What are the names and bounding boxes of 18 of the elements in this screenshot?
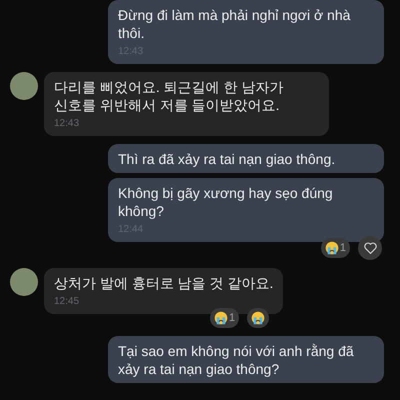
avatar[interactable]	[10, 72, 38, 100]
message-time: 12:43	[54, 117, 80, 131]
message-text: 다리를 삐었어요. 퇴근길에 한 남자가 신호를 위반해서 저를 들이받았어요.	[54, 78, 284, 114]
reaction-button[interactable]	[247, 308, 270, 328]
message-text: Không bị gãy xương hay sẹo đúng không?	[118, 184, 334, 220]
message-text: Thì ra đã xảy ra tai nạn giao thông.	[118, 150, 336, 168]
crying-face-icon	[251, 311, 266, 325]
message-time: 12:45	[54, 295, 80, 309]
reaction-chip[interactable]: 1	[320, 238, 350, 258]
crying-face-icon	[214, 311, 228, 325]
message-text: 상처가 발에 흉터로 남을 것 같아요.	[54, 274, 274, 292]
message-text: Tại sao em không nói với anh rằng đã xảy ra tai nạn giao thông?	[118, 342, 355, 378]
avatar[interactable]	[10, 268, 38, 296]
reaction-chip[interactable]: 1	[210, 308, 240, 328]
message-text: Đừng đi làm mà phải nghỉ ngơi ở nhà thôi.	[118, 6, 352, 42]
like-button[interactable]	[358, 236, 382, 260]
crying-face-icon	[324, 241, 339, 255]
heart-icon	[364, 242, 376, 254]
